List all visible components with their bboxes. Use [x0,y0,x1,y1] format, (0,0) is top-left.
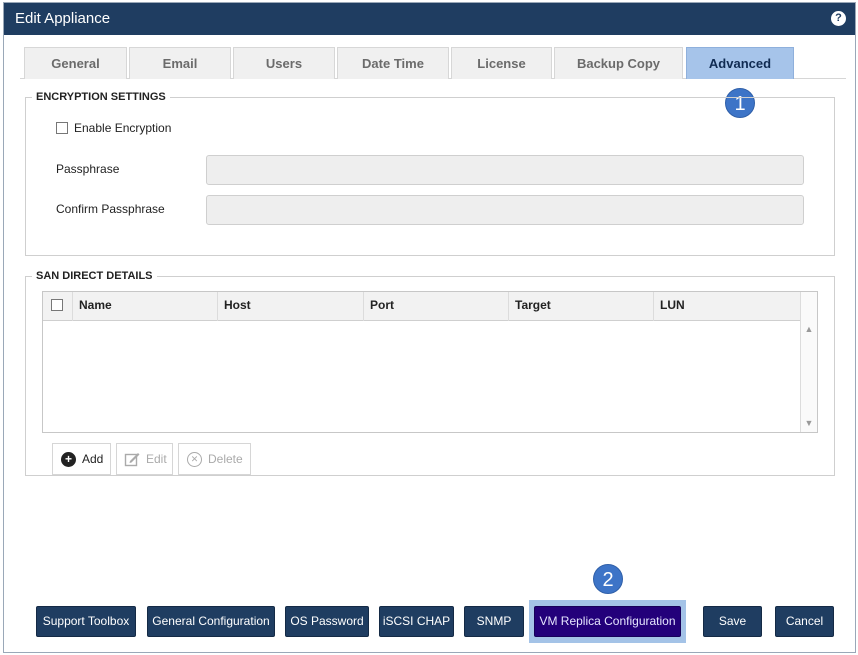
edit-button[interactable]: Edit [116,443,173,475]
tab-general[interactable]: General [24,47,127,79]
column-lun[interactable]: LUN [654,292,800,321]
san-grid: Name Host Port Target LUN ▲ ▼ [42,291,818,433]
general-configuration-button[interactable]: General Configuration [147,606,275,637]
tab-email[interactable]: Email [129,47,231,79]
enable-encryption-label: Enable Encryption [74,121,172,135]
edit-button-label: Edit [146,452,167,466]
column-name[interactable]: Name [73,292,218,321]
plus-circle-icon: + [61,452,76,467]
callout-2: 2 [593,564,623,594]
column-host[interactable]: Host [218,292,364,321]
tab-license[interactable]: License [451,47,552,79]
cancel-button[interactable]: Cancel [775,606,834,637]
confirm-passphrase-input[interactable] [206,195,804,225]
title-bar: Edit Appliance ? [4,3,855,35]
help-icon[interactable]: ? [831,11,846,26]
tab-backup-copy[interactable]: Backup Copy [554,47,683,79]
os-password-button[interactable]: OS Password [285,606,369,637]
tab-users[interactable]: Users [233,47,335,79]
tab-bar: General Email Users Date Time License Ba… [20,47,846,79]
column-port[interactable]: Port [364,292,509,321]
snmp-button[interactable]: SNMP [464,606,524,637]
tab-date-time[interactable]: Date Time [337,47,449,79]
add-button[interactable]: + Add [52,443,111,475]
confirm-passphrase-label: Confirm Passphrase [56,202,165,216]
passphrase-label: Passphrase [56,162,120,176]
save-button[interactable]: Save [703,606,762,637]
grid-scrollbar[interactable]: ▲ ▼ [800,292,817,432]
scroll-down-icon[interactable]: ▼ [801,416,817,430]
tab-advanced[interactable]: Advanced [686,47,794,79]
pencil-square-icon [124,453,140,467]
encryption-settings-legend: ENCRYPTION SETTINGS [32,91,170,103]
column-target[interactable]: Target [509,292,654,321]
iscsi-chap-button[interactable]: iSCSI CHAP [379,606,454,637]
san-direct-details-legend: SAN DIRECT DETAILS [32,270,157,282]
x-circle-icon: ✕ [187,452,202,467]
support-toolbox-button[interactable]: Support Toolbox [36,606,136,637]
passphrase-input[interactable] [206,155,804,185]
dialog-title: Edit Appliance [15,10,111,27]
delete-button-label: Delete [208,452,243,466]
vm-replica-configuration-button[interactable]: VM Replica Configuration [534,606,681,637]
scroll-up-icon[interactable]: ▲ [801,322,817,336]
enable-encryption-checkbox[interactable] [56,122,68,134]
select-all-checkbox[interactable] [51,299,63,311]
select-all-cell [43,292,73,321]
grid-header: Name Host Port Target LUN [43,292,800,321]
add-button-label: Add [82,452,104,466]
delete-button[interactable]: ✕ Delete [178,443,251,475]
